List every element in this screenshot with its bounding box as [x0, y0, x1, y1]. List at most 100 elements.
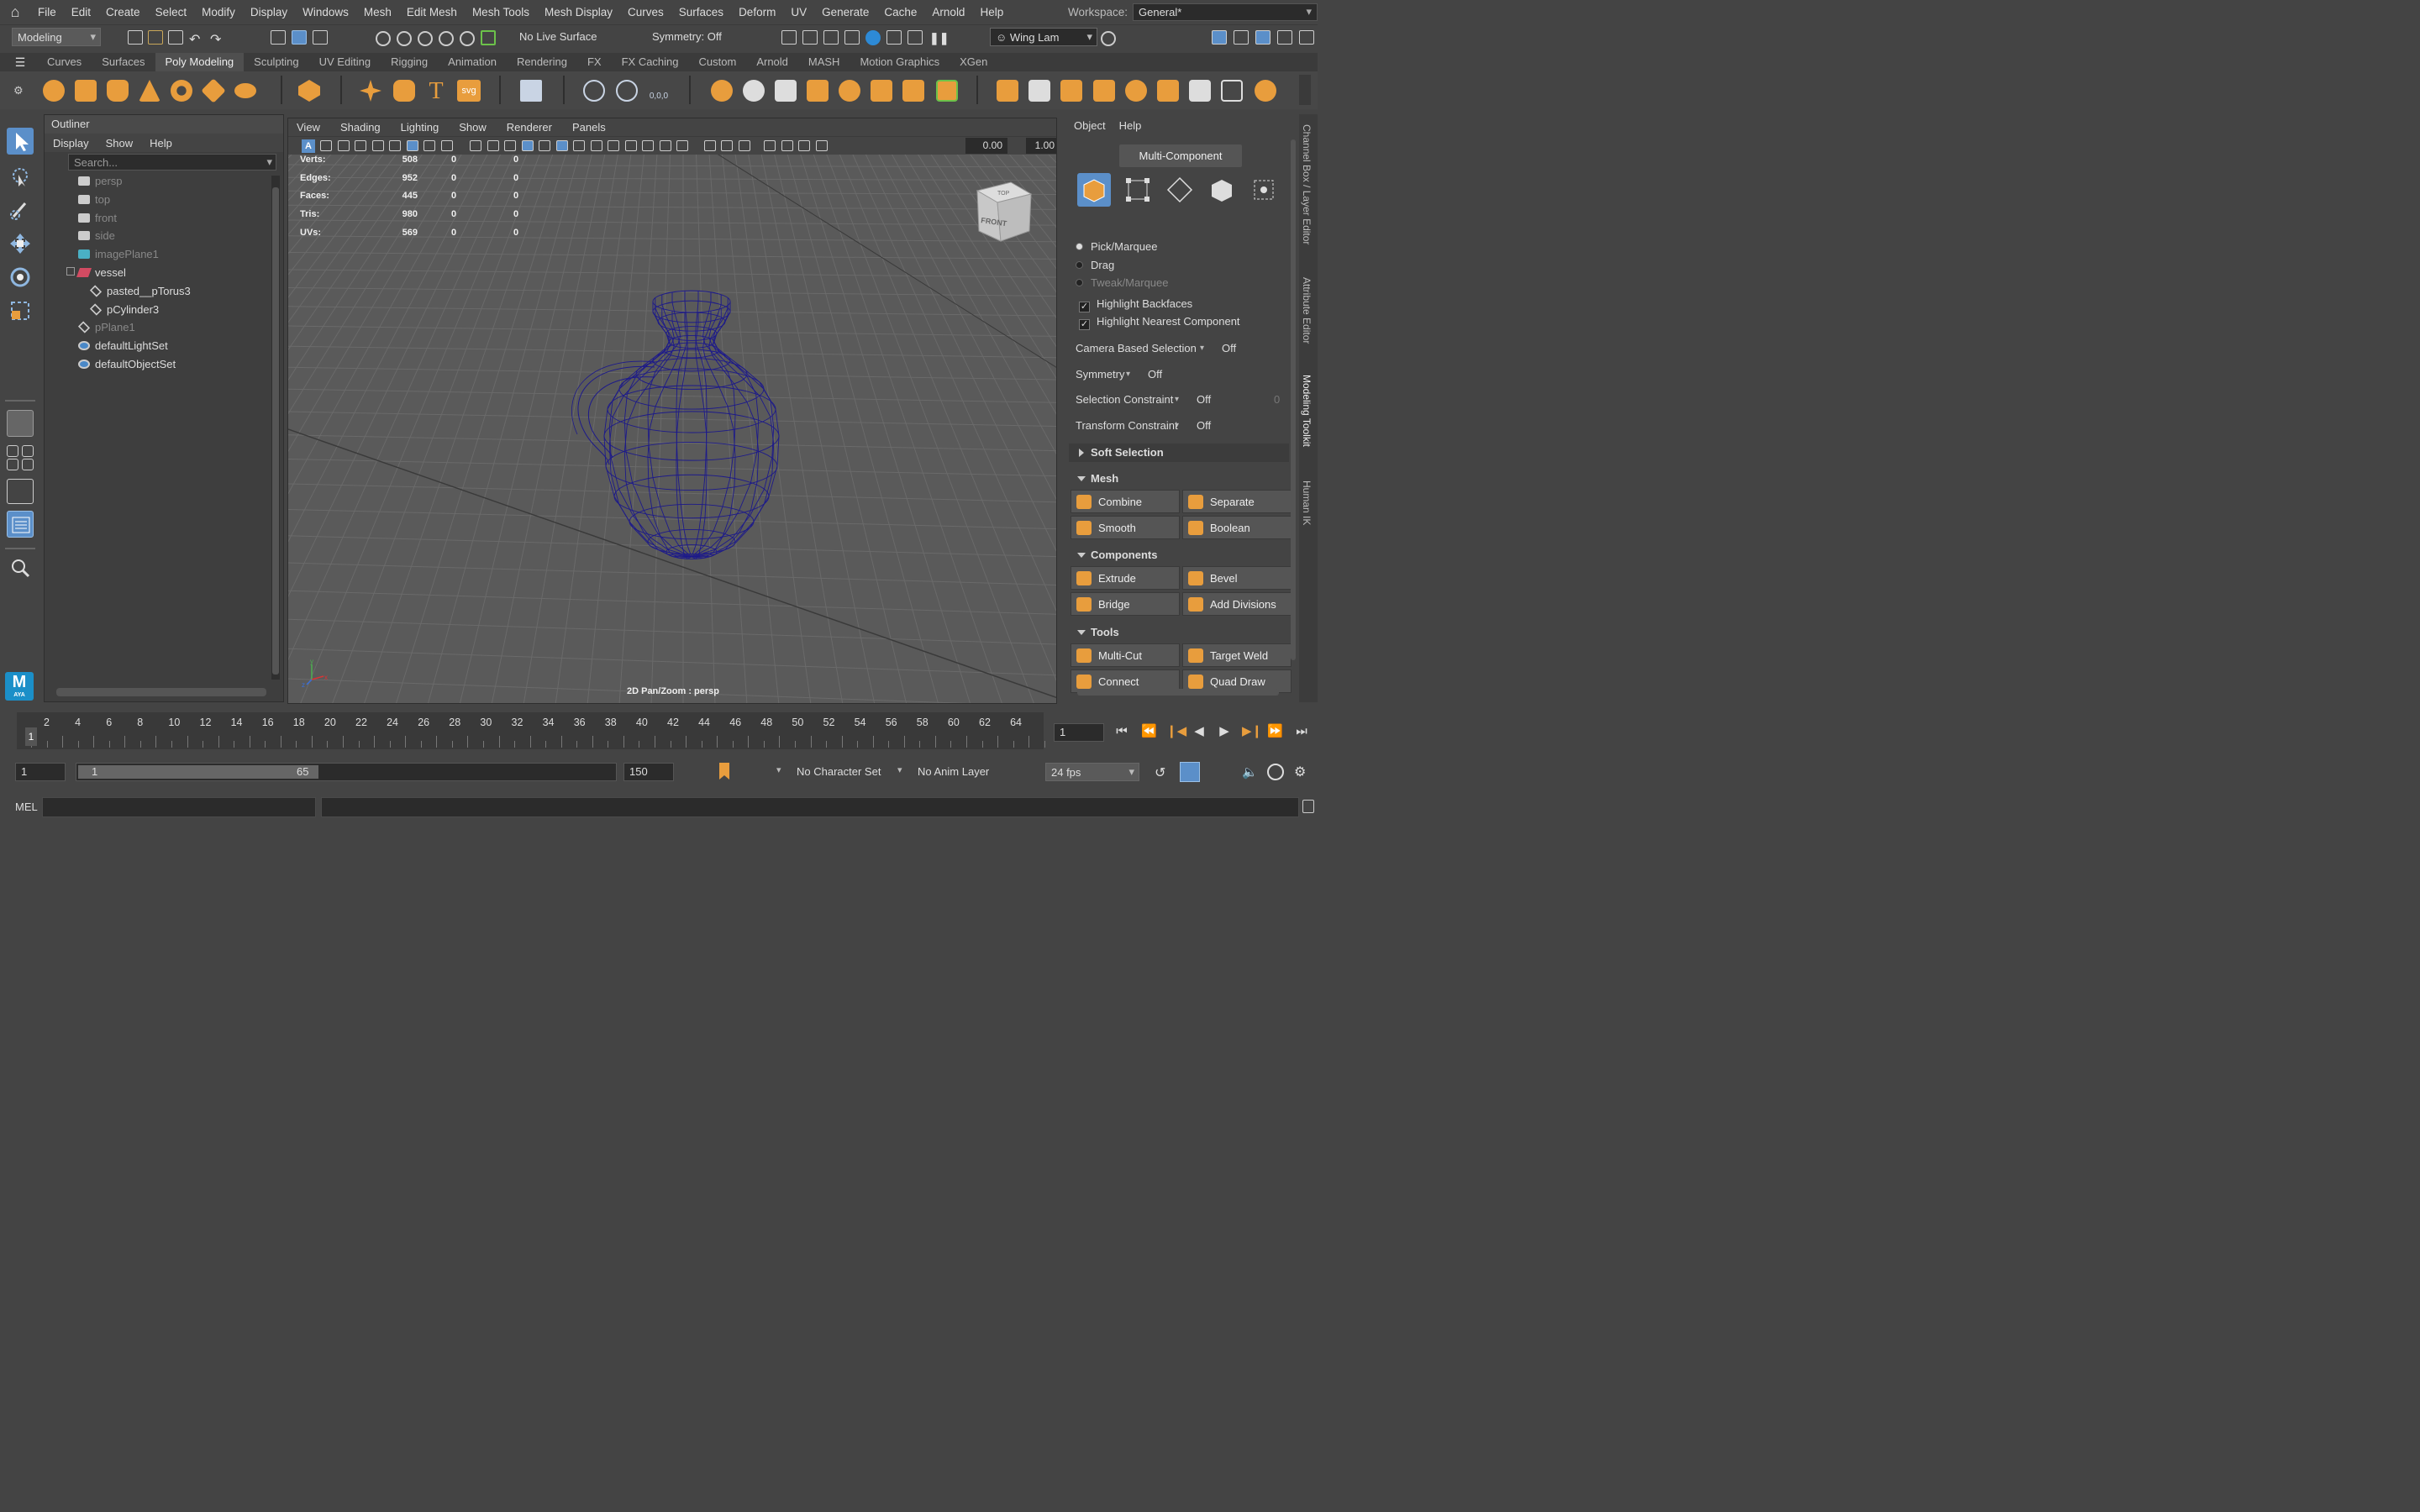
menu-edit[interactable]: Edit — [64, 6, 98, 18]
four-view-layout-icon[interactable] — [7, 445, 18, 457]
menu-display[interactable]: Display — [243, 6, 295, 18]
radio-pick-marquee[interactable]: Pick/Marquee — [1076, 239, 1157, 255]
side-tab-channel-box-layer-editor[interactable]: Channel Box / Layer Editor — [1301, 124, 1313, 244]
lasso-tool-icon[interactable] — [7, 165, 34, 192]
command-language-label[interactable]: MEL — [15, 801, 38, 813]
new-scene-icon[interactable] — [128, 30, 143, 45]
scene-start-field[interactable]: 1 — [15, 763, 66, 781]
persp-graph-layout-icon[interactable] — [7, 459, 18, 470]
combine-icon[interactable] — [711, 80, 733, 102]
layout-toggle-icon[interactable] — [1299, 30, 1314, 45]
menu-file[interactable]: File — [30, 6, 64, 18]
outliner-row[interactable]: defaultObjectSet — [78, 355, 176, 374]
persp-outliner-layout-icon[interactable] — [22, 445, 34, 457]
menu-curves[interactable]: Curves — [620, 6, 671, 18]
scale-tool-icon[interactable] — [7, 297, 34, 324]
auto-key-icon[interactable] — [1180, 762, 1200, 782]
outliner-menu-help[interactable]: Help — [141, 137, 181, 150]
combine-button[interactable]: Combine — [1071, 490, 1180, 513]
menu-mesh-tools[interactable]: Mesh Tools — [465, 6, 537, 18]
move-tool-icon[interactable] — [7, 230, 34, 257]
render-frame-icon[interactable] — [802, 30, 818, 45]
delete-history-icon[interactable] — [616, 80, 638, 102]
menu-select[interactable]: Select — [148, 6, 195, 18]
tools-section-header[interactable]: Tools — [1069, 623, 1289, 642]
vertex-mode-icon[interactable] — [1121, 173, 1155, 207]
snap-view-plane-icon[interactable] — [439, 31, 454, 46]
shelf-tab-uv-editing[interactable]: UV Editing — [309, 53, 381, 71]
multi-cut-shelf-icon[interactable] — [1189, 80, 1211, 102]
uv-mode-icon[interactable] — [1247, 173, 1281, 207]
soft-selection-section[interactable]: Soft Selection — [1069, 444, 1289, 462]
go-to-end-icon[interactable]: ⏭ — [1294, 724, 1309, 739]
current-frame-marker[interactable]: 1 — [25, 727, 37, 746]
rotate-tool-icon[interactable] — [7, 264, 34, 291]
shelf-tab-poly-modeling[interactable]: Poly Modeling — [155, 53, 245, 71]
viewport-persp[interactable]: View Shading Lighting Show Renderer Panels A … — [287, 118, 1057, 704]
menu-mesh[interactable]: Mesh — [356, 6, 399, 18]
search-icon[interactable] — [1101, 31, 1116, 46]
outliner-menu-display[interactable]: Display — [45, 137, 97, 150]
select-object-icon[interactable] — [292, 30, 307, 45]
edge-mode-icon[interactable] — [1163, 173, 1197, 207]
snap-grid-icon[interactable] — [376, 31, 391, 46]
loop-icon[interactable]: ↺ — [1155, 764, 1165, 781]
outliner-row[interactable]: defaultLightSet — [78, 337, 168, 355]
hypershade-layout-icon[interactable] — [22, 459, 34, 470]
outliner-row[interactable]: top — [78, 191, 110, 209]
collapse-toggle-icon[interactable] — [66, 267, 75, 276]
checkbox-highlight-nearest-component[interactable]: ✓ Highlight Nearest Component — [1079, 313, 1240, 330]
select-component-icon[interactable] — [313, 30, 328, 45]
play-forwards-icon[interactable]: ▶ — [1217, 724, 1232, 739]
add-divisions-button[interactable]: Add Divisions — [1182, 591, 1292, 616]
shelf-tab-curves[interactable]: Curves — [37, 53, 92, 71]
single-perspective-layout-icon[interactable] — [7, 410, 34, 437]
render-view-icon[interactable] — [781, 30, 797, 45]
multi-component-button[interactable]: Multi-Component — [1119, 144, 1242, 167]
shelf-tab-rigging[interactable]: Rigging — [381, 53, 438, 71]
components-section-header[interactable]: Components — [1069, 546, 1289, 564]
menu-mesh-display[interactable]: Mesh Display — [537, 6, 620, 18]
make-live-icon[interactable] — [481, 30, 496, 45]
snap-point-icon[interactable] — [418, 31, 433, 46]
outliner-row[interactable]: persp — [78, 172, 123, 191]
play-backwards-icon[interactable]: ◀ — [1192, 724, 1207, 739]
center-pivot-icon[interactable] — [583, 80, 605, 102]
redo-icon[interactable]: ↷ — [210, 31, 225, 47]
prop-camera-based-selection[interactable]: Camera Based Selection ▾ Off — [1076, 339, 1292, 358]
shelf-scrollbar[interactable] — [1299, 75, 1311, 105]
scene-end-field[interactable]: 150 — [623, 763, 674, 781]
snap-curve-icon[interactable] — [397, 31, 412, 46]
poly-cylinder-icon[interactable] — [107, 80, 129, 102]
extract-icon[interactable] — [775, 80, 797, 102]
smooth-shelf-icon[interactable] — [871, 80, 892, 102]
cleanup-icon[interactable] — [936, 80, 958, 102]
mesh-section-header[interactable]: Mesh — [1069, 470, 1289, 488]
separate-icon[interactable] — [743, 80, 765, 102]
channel-box-toggle-icon[interactable] — [1212, 30, 1227, 45]
paint-select-icon[interactable] — [7, 197, 34, 223]
outliner-row[interactable]: imagePlane1 — [78, 245, 159, 264]
current-frame-field[interactable]: 1 — [1054, 723, 1104, 742]
tool-settings-toggle-icon[interactable] — [1277, 30, 1292, 45]
menu-modify[interactable]: Modify — [194, 6, 243, 18]
bevel-shelf-icon[interactable] — [1028, 80, 1050, 102]
extrude-shelf-icon[interactable] — [997, 80, 1018, 102]
step-back-frame-icon[interactable]: ⏪ — [1141, 724, 1157, 739]
outliner-row[interactable]: front — [78, 209, 117, 228]
character-set-dropdown[interactable]: No Character Set — [797, 765, 881, 778]
multi-cut-button[interactable]: Multi-Cut — [1071, 643, 1180, 667]
menu-create[interactable]: Create — [98, 6, 148, 18]
separate-button[interactable]: Separate — [1182, 490, 1292, 513]
toolkit-scrollbar[interactable] — [1291, 139, 1296, 660]
uv-editor-icon[interactable] — [520, 80, 542, 102]
audio-icon[interactable]: 🔈 — [1242, 764, 1258, 780]
poly-cube-icon[interactable] — [75, 80, 97, 102]
chevron-down-icon[interactable]: ▾ — [776, 764, 781, 775]
step-forward-frame-icon[interactable]: ⏩ — [1267, 724, 1283, 739]
fill-hole-icon[interactable] — [1060, 80, 1082, 102]
search-icon[interactable] — [7, 554, 34, 581]
command-input[interactable] — [42, 797, 316, 817]
object-mode-icon[interactable] — [1077, 173, 1111, 207]
face-mode-icon[interactable] — [1205, 173, 1239, 207]
